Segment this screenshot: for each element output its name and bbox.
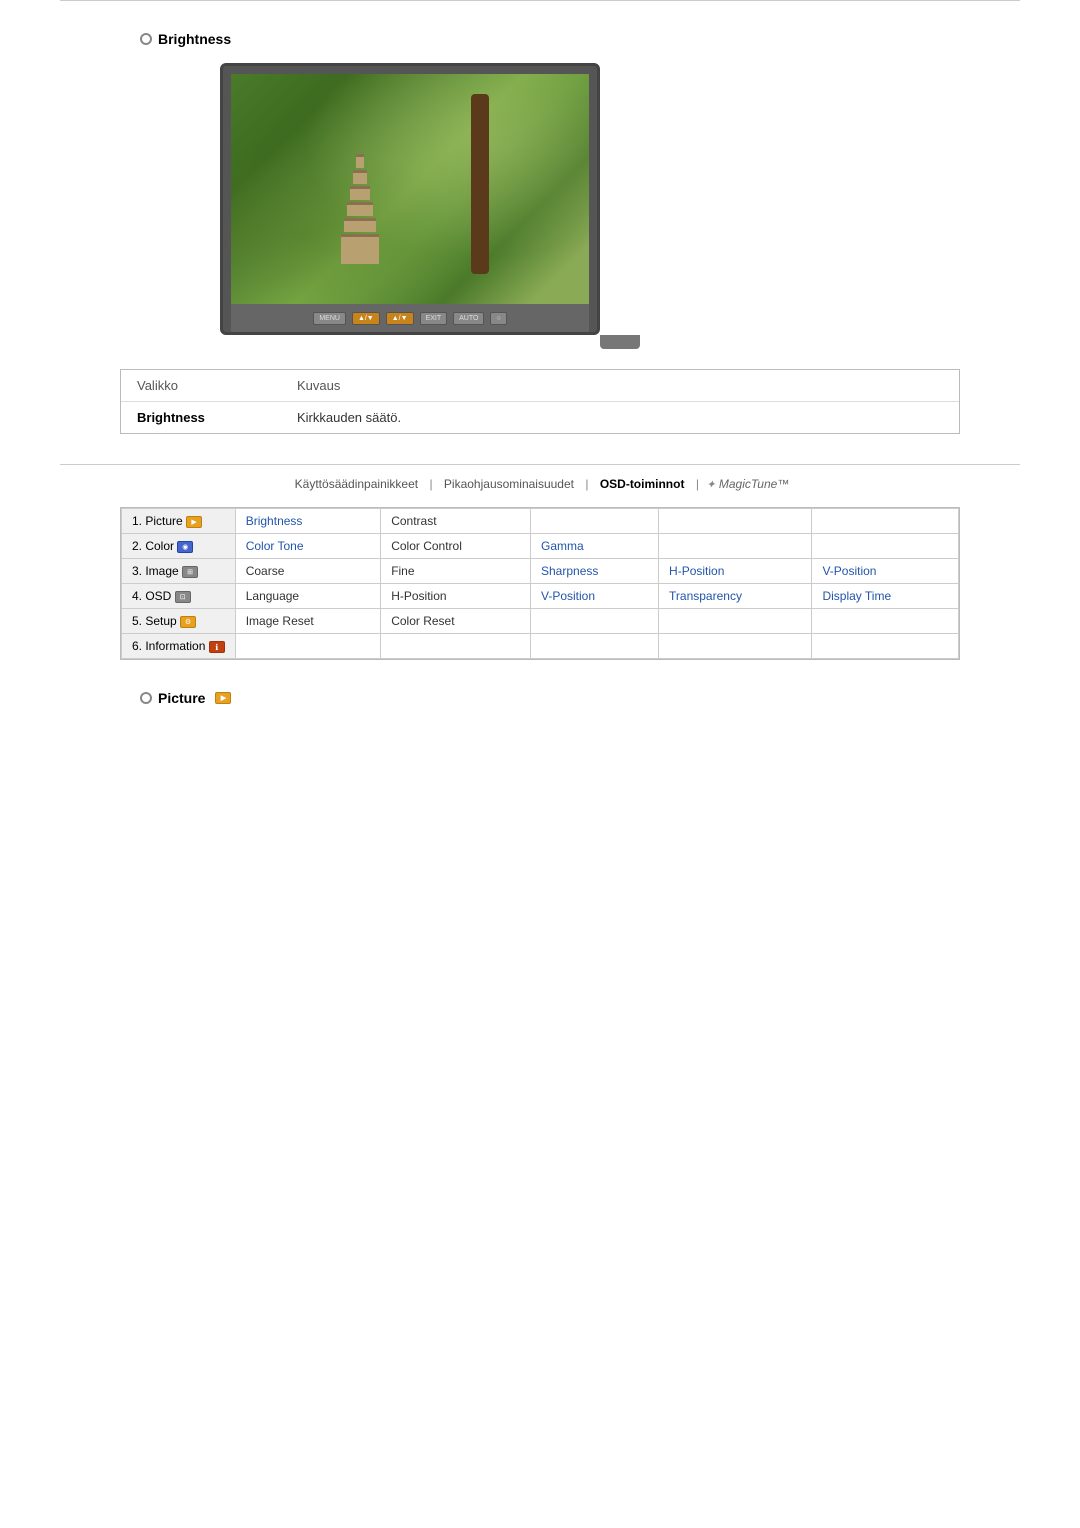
image-icon: ⊞ [182,566,198,578]
sub-h-position[interactable]: H-Position [659,559,812,584]
contrast-button[interactable]: ▲/▼ [386,312,414,325]
sub-info-4 [659,634,812,659]
info-table: Valikko Kuvaus Brightness Kirkkauden sää… [120,369,960,434]
picture-label: Picture [158,690,205,706]
menu-item-picture[interactable]: 1. Picture ▶ [122,509,236,534]
sub-v-position[interactable]: V-Position [812,559,959,584]
sub-info-1 [235,634,380,659]
sub-language[interactable]: Language [235,584,380,609]
sub-empty-1 [531,509,659,534]
row-value: Kirkkauden säätö. [297,410,401,425]
nav-links: Käyttösäädinpainikkeet | Pikaohjausomina… [60,464,1020,491]
menu-table-container: 1. Picture ▶ Brightness Contrast 2. Colo… [120,507,960,660]
sub-sharpness[interactable]: Sharpness [531,559,659,584]
sub-empty-7 [659,609,812,634]
sub-empty-2 [659,509,812,534]
nav-link-2[interactable]: Pikaohjausominaisuudet [444,477,574,491]
sub-osd-h-position[interactable]: H-Position [381,584,531,609]
color-icon: ◉ [177,541,193,553]
sub-empty-4 [659,534,812,559]
nav-link-1[interactable]: Käyttösäädinpainikkeet [295,477,418,491]
picture-circle-icon [140,692,152,704]
sub-coarse[interactable]: Coarse [235,559,380,584]
information-icon: ℹ [209,641,225,653]
info-table-row: Brightness Kirkkauden säätö. [121,402,959,433]
nav-sep-3: | [696,477,699,491]
sub-display-time[interactable]: Display Time [812,584,959,609]
menu-item-color[interactable]: 2. Color ◉ [122,534,236,559]
table-row: 5. Setup ⚙ Image Reset Color Reset [122,609,959,634]
tree-trunk [471,94,489,274]
menu-button[interactable]: MENU [313,312,346,325]
picture-bottom-icon: ▶ [215,692,231,704]
sub-contrast[interactable]: Contrast [381,509,531,534]
sub-empty-6 [531,609,659,634]
sub-color-tone[interactable]: Color Tone [235,534,380,559]
row-label: Brightness [137,410,297,425]
magictune-logo: ✦ MagicTune™ [706,477,789,491]
exit-button[interactable]: EXIT [420,312,448,325]
monitor-screen [231,74,589,304]
nav-link-3[interactable]: OSD-toiminnot [600,477,685,491]
sub-info-5 [812,634,959,659]
col-kuvaus: Kuvaus [297,378,340,393]
sub-empty-3 [812,509,959,534]
col-valikko: Valikko [137,378,297,393]
circle-icon [140,33,152,45]
power-button[interactable]: ○ [490,312,506,325]
sub-image-reset[interactable]: Image Reset [235,609,380,634]
sub-osd-v-position[interactable]: V-Position [531,584,659,609]
monitor-image: MENU ▲/▼ ▲/▼ EXIT AUTO ○ [220,63,1020,349]
picture-section: Picture ▶ [140,690,1020,706]
sub-empty-8 [812,609,959,634]
nav-sep-1: | [429,477,432,491]
setup-icon: ⚙ [180,616,196,628]
magictune-text: MagicTune™ [719,477,789,491]
picture-icon: ▶ [186,516,202,528]
table-row: 6. Information ℹ [122,634,959,659]
osd-icon: ⊡ [175,591,191,603]
menu-item-information[interactable]: 6. Information ℹ [122,634,236,659]
table-row: 1. Picture ▶ Brightness Contrast [122,509,959,534]
brightness-label: Brightness [158,31,231,47]
monitor-controls: MENU ▲/▼ ▲/▼ EXIT AUTO ○ [231,304,589,332]
table-row: 4. OSD ⊡ Language H-Position V-Position … [122,584,959,609]
auto-button[interactable]: AUTO [453,312,484,325]
table-row: 3. Image ⊞ Coarse Fine Sharpness H-Posit… [122,559,959,584]
pagoda [341,154,379,266]
menu-item-image[interactable]: 3. Image ⊞ [122,559,236,584]
sub-brightness[interactable]: Brightness [235,509,380,534]
menu-table: 1. Picture ▶ Brightness Contrast 2. Colo… [121,508,959,659]
info-table-header: Valikko Kuvaus [121,370,959,402]
monitor-stand [600,335,640,349]
brightness-button[interactable]: ▲/▼ [352,312,380,325]
sub-gamma[interactable]: Gamma [531,534,659,559]
sub-color-reset[interactable]: Color Reset [381,609,531,634]
sub-fine[interactable]: Fine [381,559,531,584]
menu-item-setup[interactable]: 5. Setup ⚙ [122,609,236,634]
sub-color-control[interactable]: Color Control [381,534,531,559]
brightness-section-title: Brightness [140,31,1020,47]
nav-sep-2: | [585,477,588,491]
sub-transparency[interactable]: Transparency [659,584,812,609]
table-row: 2. Color ◉ Color Tone Color Control Gamm… [122,534,959,559]
sub-info-2 [381,634,531,659]
sub-info-3 [531,634,659,659]
monitor-outer: MENU ▲/▼ ▲/▼ EXIT AUTO ○ [220,63,600,335]
menu-item-osd[interactable]: 4. OSD ⊡ [122,584,236,609]
sub-empty-5 [812,534,959,559]
screen-overlay [231,74,589,304]
